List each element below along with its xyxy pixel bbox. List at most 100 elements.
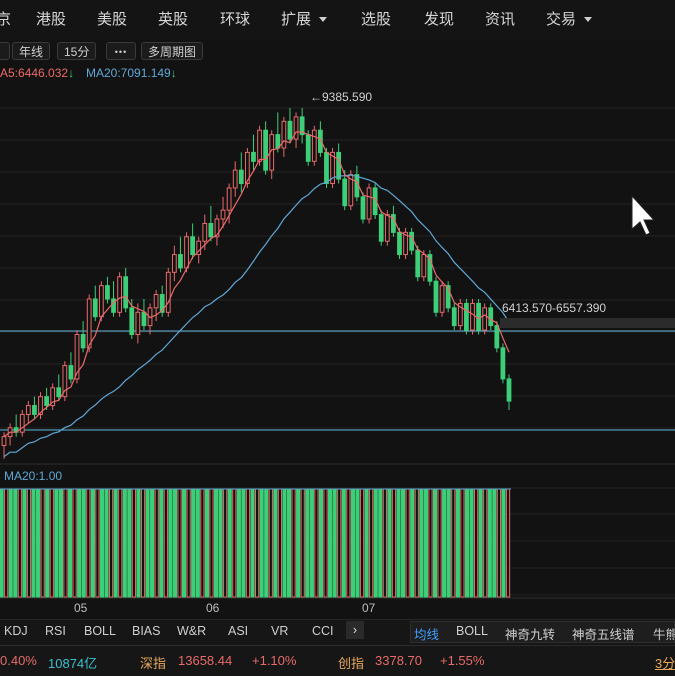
sub-bar bbox=[22, 488, 27, 598]
candle-body bbox=[305, 134, 311, 162]
indicator-right-tab-0[interactable]: 均线 bbox=[414, 624, 439, 643]
kline-chart[interactable]: ←9385.590 6413.570-6557.390 bbox=[0, 0, 675, 675]
indicator-tab-2[interactable]: BOLL bbox=[84, 624, 116, 638]
candle-body bbox=[165, 271, 171, 313]
candle-body bbox=[451, 307, 457, 327]
indicator-tab-7[interactable]: CCI bbox=[312, 624, 334, 638]
candle-body bbox=[98, 285, 104, 318]
candle-body bbox=[433, 280, 439, 313]
sub-bar bbox=[446, 488, 451, 598]
sub-bar bbox=[113, 488, 118, 598]
sub-bar bbox=[182, 488, 187, 598]
cy-index-name[interactable]: 创指 bbox=[338, 653, 364, 672]
candle-body bbox=[482, 307, 488, 331]
candle-body bbox=[153, 294, 159, 309]
indicator-tab-3[interactable]: BIAS bbox=[132, 624, 161, 638]
first-index-change: 0.40% bbox=[0, 653, 37, 668]
sub-bar bbox=[241, 488, 246, 598]
sub-bar bbox=[273, 488, 278, 598]
sub-bar bbox=[145, 488, 150, 598]
sub-bar bbox=[63, 488, 68, 598]
sub-bar bbox=[414, 488, 419, 598]
candle-body bbox=[263, 129, 269, 171]
sub-bar bbox=[505, 488, 511, 598]
sub-bar bbox=[501, 488, 506, 598]
candle-body bbox=[470, 302, 475, 331]
candle-body bbox=[488, 307, 494, 327]
sub-bar bbox=[72, 488, 77, 598]
candle-body bbox=[397, 231, 402, 256]
candle-body bbox=[226, 187, 232, 211]
sub-bar bbox=[264, 488, 269, 598]
sub-bar bbox=[423, 488, 429, 598]
sub-bar bbox=[245, 488, 251, 598]
sub-bar bbox=[487, 488, 492, 598]
indicator-right-tab-1[interactable]: BOLL bbox=[456, 624, 488, 638]
indicator-right-tab-4[interactable]: 牛熊 bbox=[653, 624, 675, 643]
sub-bar bbox=[442, 488, 447, 598]
candle-body bbox=[25, 405, 31, 415]
sub-bar bbox=[0, 488, 4, 598]
candle-body bbox=[342, 178, 348, 207]
candle-body bbox=[141, 311, 147, 327]
indicator-tab-1[interactable]: RSI bbox=[45, 624, 66, 638]
candle-body bbox=[178, 254, 183, 269]
indicator-right-tab-3[interactable]: 神奇五线谱 bbox=[572, 624, 635, 643]
sub-bar bbox=[268, 488, 273, 598]
sub-bar bbox=[282, 488, 287, 598]
indicator-tab-4[interactable]: W&R bbox=[177, 624, 206, 638]
sub-bar bbox=[364, 488, 369, 598]
candle-body bbox=[409, 231, 415, 251]
indicator-tab-0[interactable]: KDJ bbox=[4, 624, 28, 638]
indicator-tab-5[interactable]: ASI bbox=[228, 624, 248, 638]
candle-body bbox=[80, 334, 86, 349]
sub-bar bbox=[40, 488, 45, 598]
sub-bar bbox=[172, 488, 178, 598]
sub-bar bbox=[464, 488, 470, 598]
sub-bar bbox=[332, 488, 337, 598]
sub-bar bbox=[227, 488, 232, 598]
sub-bar bbox=[150, 488, 155, 598]
sub-bar bbox=[296, 488, 301, 598]
sub-bar bbox=[186, 488, 191, 598]
cy-index-value: 3378.70 bbox=[375, 653, 422, 668]
indicator-tab-6[interactable]: VR bbox=[271, 624, 288, 638]
candle-body bbox=[336, 151, 342, 180]
sub-bar bbox=[58, 488, 64, 598]
ma20-line bbox=[3, 174, 510, 458]
sub-bar bbox=[428, 488, 433, 598]
candle-body bbox=[123, 276, 129, 309]
candle-body bbox=[19, 413, 25, 433]
candle-body bbox=[1, 436, 7, 447]
mouse-cursor-icon bbox=[631, 194, 656, 236]
chevron-right-icon[interactable]: › bbox=[346, 621, 364, 639]
sub-bar bbox=[90, 488, 95, 598]
sub-bar bbox=[291, 488, 296, 598]
sz-index-change: +1.10% bbox=[252, 653, 297, 668]
candle-body bbox=[275, 134, 281, 149]
candle-body bbox=[476, 302, 481, 331]
candle-body bbox=[251, 151, 256, 162]
ticker-right-tab[interactable]: 3分 bbox=[655, 653, 675, 672]
sub-bar bbox=[359, 488, 365, 598]
sub-bar bbox=[437, 488, 442, 598]
sub-bar bbox=[163, 488, 168, 598]
candle-body bbox=[464, 302, 469, 331]
sub-bar bbox=[323, 488, 328, 598]
candle-body bbox=[105, 285, 110, 300]
sub-bar bbox=[77, 488, 82, 598]
candle-body bbox=[415, 249, 421, 278]
sub-bar bbox=[95, 488, 100, 598]
sub-bar bbox=[350, 488, 356, 598]
sub-bar bbox=[255, 488, 260, 598]
turnover-volume: 10874亿 bbox=[48, 656, 98, 671]
x-label-06: 06 bbox=[206, 601, 220, 615]
sub-bar bbox=[277, 488, 283, 598]
sub-bar bbox=[387, 488, 392, 598]
sz-index-name[interactable]: 深指 bbox=[140, 653, 166, 672]
high-price-label: ←9385.590 bbox=[310, 90, 372, 104]
sub-bar bbox=[382, 488, 387, 598]
sub-bar bbox=[451, 488, 456, 598]
indicator-right-tab-2[interactable]: 神奇九转 bbox=[505, 624, 555, 643]
candle-body bbox=[293, 116, 299, 140]
